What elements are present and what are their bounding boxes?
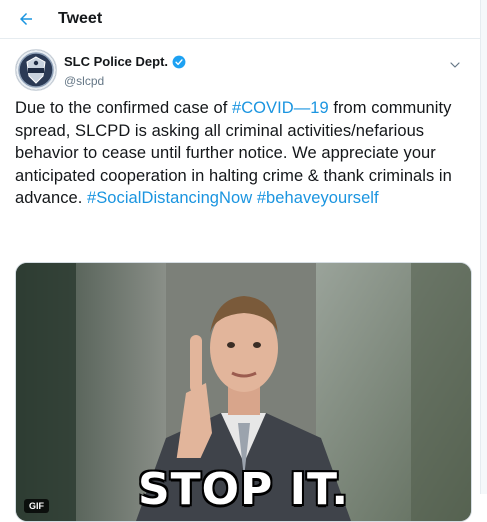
author-name[interactable]: SLC Police Dept.: [64, 54, 186, 69]
arrow-left-icon: [20, 13, 32, 25]
scrollbar[interactable]: [480, 0, 487, 494]
gif-badge: GIF: [24, 499, 49, 513]
gif-caption: STOP IT.: [137, 464, 350, 515]
author-display-name[interactable]: SLC Police Dept.: [64, 54, 168, 69]
tweet: SLC Police Dept. @slcpd Due to the confi…: [0, 39, 481, 522]
hashtag-covid19[interactable]: #COVID—19: [232, 99, 329, 117]
verified-badge-icon: [172, 55, 186, 68]
hashtag-socialdistancingnow[interactable]: #SocialDistancingNow: [87, 189, 252, 207]
top-bar: Tweet: [0, 0, 481, 39]
page-title: Tweet: [58, 10, 103, 27]
chevron-down-icon: [450, 62, 460, 68]
more-options-button[interactable]: [445, 55, 465, 75]
police-badge-icon: [16, 50, 56, 90]
author-handle[interactable]: @slcpd: [64, 74, 104, 88]
gif-media[interactable]: STOP IT. GIF: [15, 262, 472, 522]
hashtag-behaveyourself[interactable]: #behaveyourself: [257, 189, 379, 207]
tweet-text: Due to the confirmed case of #COVID—19 f…: [15, 97, 471, 210]
tweet-text-part: Due to the confirmed case of: [15, 99, 232, 117]
tweet-author: SLC Police Dept. @slcpd: [15, 49, 465, 99]
avatar[interactable]: [15, 49, 57, 91]
back-button[interactable]: [12, 5, 40, 33]
